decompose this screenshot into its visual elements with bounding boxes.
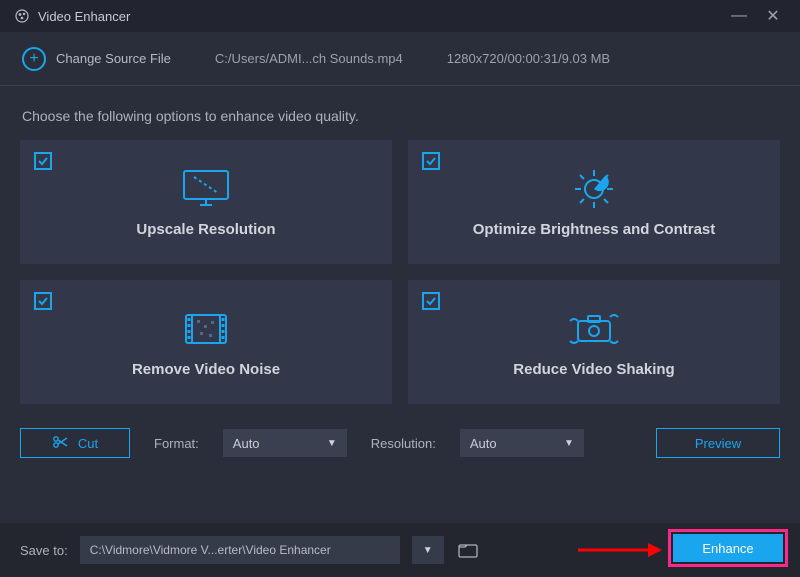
checkbox-brightness[interactable] [422, 152, 440, 170]
sun-icon [568, 167, 620, 211]
resolution-value: Auto [470, 436, 497, 451]
monitor-icon [178, 167, 234, 211]
cut-label: Cut [78, 436, 98, 451]
chevron-down-icon: ▼ [327, 438, 337, 449]
card-shake[interactable]: Reduce Video Shaking [408, 280, 780, 404]
card-label: Remove Video Noise [132, 361, 280, 378]
preview-button[interactable]: Preview [656, 428, 780, 458]
file-meta: 1280x720/00:00:31/9.03 MB [447, 51, 610, 66]
card-brightness[interactable]: Optimize Brightness and Contrast [408, 140, 780, 264]
titlebar: Video Enhancer — ✕ [0, 0, 800, 32]
checkbox-shake[interactable] [422, 292, 440, 310]
checkbox-noise[interactable] [34, 292, 52, 310]
plus-icon: + [22, 47, 46, 71]
preview-label: Preview [695, 436, 741, 451]
enhance-label: Enhance [702, 541, 753, 556]
app-icon [14, 8, 30, 24]
cut-button[interactable]: Cut [20, 428, 130, 458]
card-upscale[interactable]: Upscale Resolution [20, 140, 392, 264]
chevron-down-icon: ▼ [564, 438, 574, 449]
subtitle: Choose the following options to enhance … [0, 86, 800, 140]
save-path-value: C:\Vidmore\Vidmore V...erter\Video Enhan… [90, 543, 331, 557]
browse-folder-button[interactable] [456, 536, 480, 564]
camera-icon [564, 307, 624, 351]
folder-icon [458, 542, 478, 558]
card-label: Upscale Resolution [136, 221, 275, 238]
save-to-label: Save to: [20, 543, 68, 558]
format-select[interactable]: Auto ▼ [223, 429, 347, 457]
card-label: Reduce Video Shaking [513, 361, 674, 378]
format-value: Auto [233, 436, 260, 451]
toolbar: Cut Format: Auto ▼ Resolution: Auto ▼ Pr… [0, 404, 800, 478]
resolution-label: Resolution: [371, 436, 436, 451]
close-button[interactable]: ✕ [756, 6, 790, 26]
chevron-down-icon: ▼ [423, 545, 433, 556]
header: + Change Source File C:/Users/ADMI...ch … [0, 32, 800, 86]
film-icon [180, 307, 232, 351]
card-noise[interactable]: Remove Video Noise [20, 280, 392, 404]
save-path-dropdown[interactable]: ▼ [412, 536, 444, 564]
minimize-button[interactable]: — [722, 7, 756, 25]
change-source-label: Change Source File [56, 51, 171, 66]
window-title: Video Enhancer [38, 9, 130, 24]
save-path-field[interactable]: C:\Vidmore\Vidmore V...erter\Video Enhan… [80, 536, 400, 564]
annotation-arrow [578, 541, 662, 559]
enhance-highlight: Enhance [668, 529, 788, 567]
card-label: Optimize Brightness and Contrast [473, 221, 716, 238]
resolution-select[interactable]: Auto ▼ [460, 429, 584, 457]
option-grid: Upscale Resolution Optimize Brightness a… [0, 140, 800, 404]
format-label: Format: [154, 436, 199, 451]
change-source-button[interactable]: + Change Source File [22, 47, 171, 71]
scissors-icon [52, 435, 68, 452]
checkbox-upscale[interactable] [34, 152, 52, 170]
enhance-button[interactable]: Enhance [673, 534, 783, 562]
file-path: C:/Users/ADMI...ch Sounds.mp4 [215, 51, 403, 66]
